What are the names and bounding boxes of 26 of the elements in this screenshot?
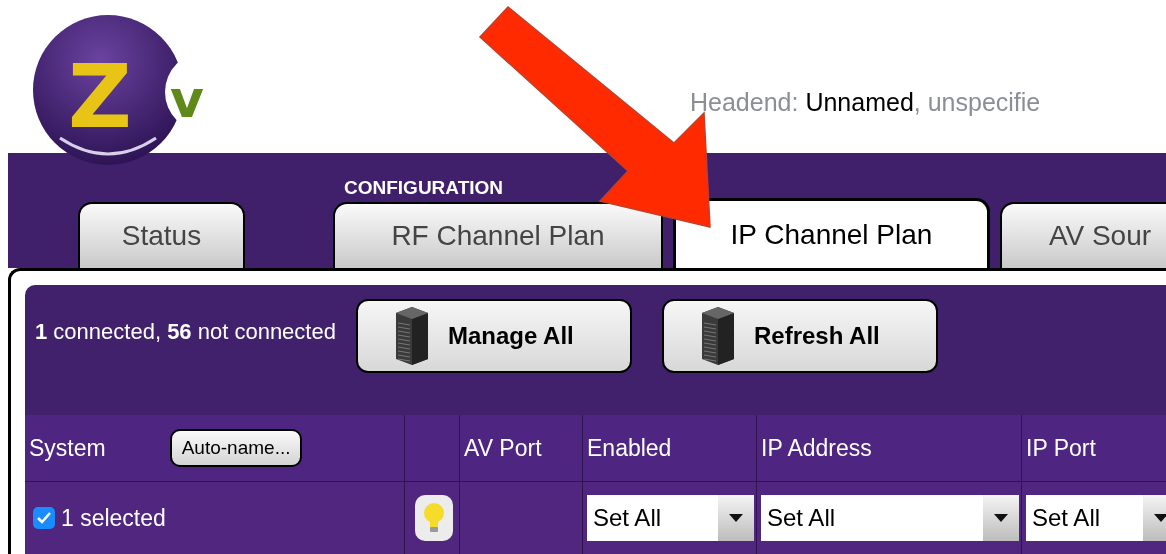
set-all-select[interactable]: Set All: [761, 495, 1019, 541]
headend-label: Headend: Unnamed, unspecifie: [690, 86, 1041, 118]
toolbar-button[interactable]: Manage All: [355, 299, 632, 373]
caret-icon: [729, 514, 743, 522]
column-header: IP Port: [1026, 433, 1096, 463]
set-all-select[interactable]: Set All: [1026, 495, 1166, 541]
connection-summary: 1 connected, 56 not connected: [35, 318, 336, 346]
column-header: AV Port: [464, 433, 542, 463]
caret-icon: [994, 514, 1008, 522]
column-header: IP Address: [761, 433, 872, 463]
toolbar-button[interactable]: Refresh All: [661, 299, 938, 373]
check-icon: [37, 512, 51, 524]
column-header: System: [29, 433, 106, 463]
tab[interactable]: AV Sour: [1000, 202, 1166, 268]
tab[interactable]: IP Channel Plan: [673, 198, 990, 268]
column-header: Enabled: [587, 433, 672, 463]
auto-name-button[interactable]: Auto-name...: [169, 428, 303, 468]
checkbox[interactable]: [33, 507, 55, 529]
tab[interactable]: Status: [78, 202, 245, 268]
caret-icon: [1154, 514, 1166, 522]
bulb-button[interactable]: [415, 495, 453, 541]
lightbulb-icon: [423, 502, 445, 534]
section-label: CONFIGURATION: [344, 176, 504, 200]
set-all-select[interactable]: Set All: [587, 495, 754, 541]
selection-count: 1 selected: [61, 503, 166, 533]
tab[interactable]: RF Channel Plan: [333, 202, 663, 268]
